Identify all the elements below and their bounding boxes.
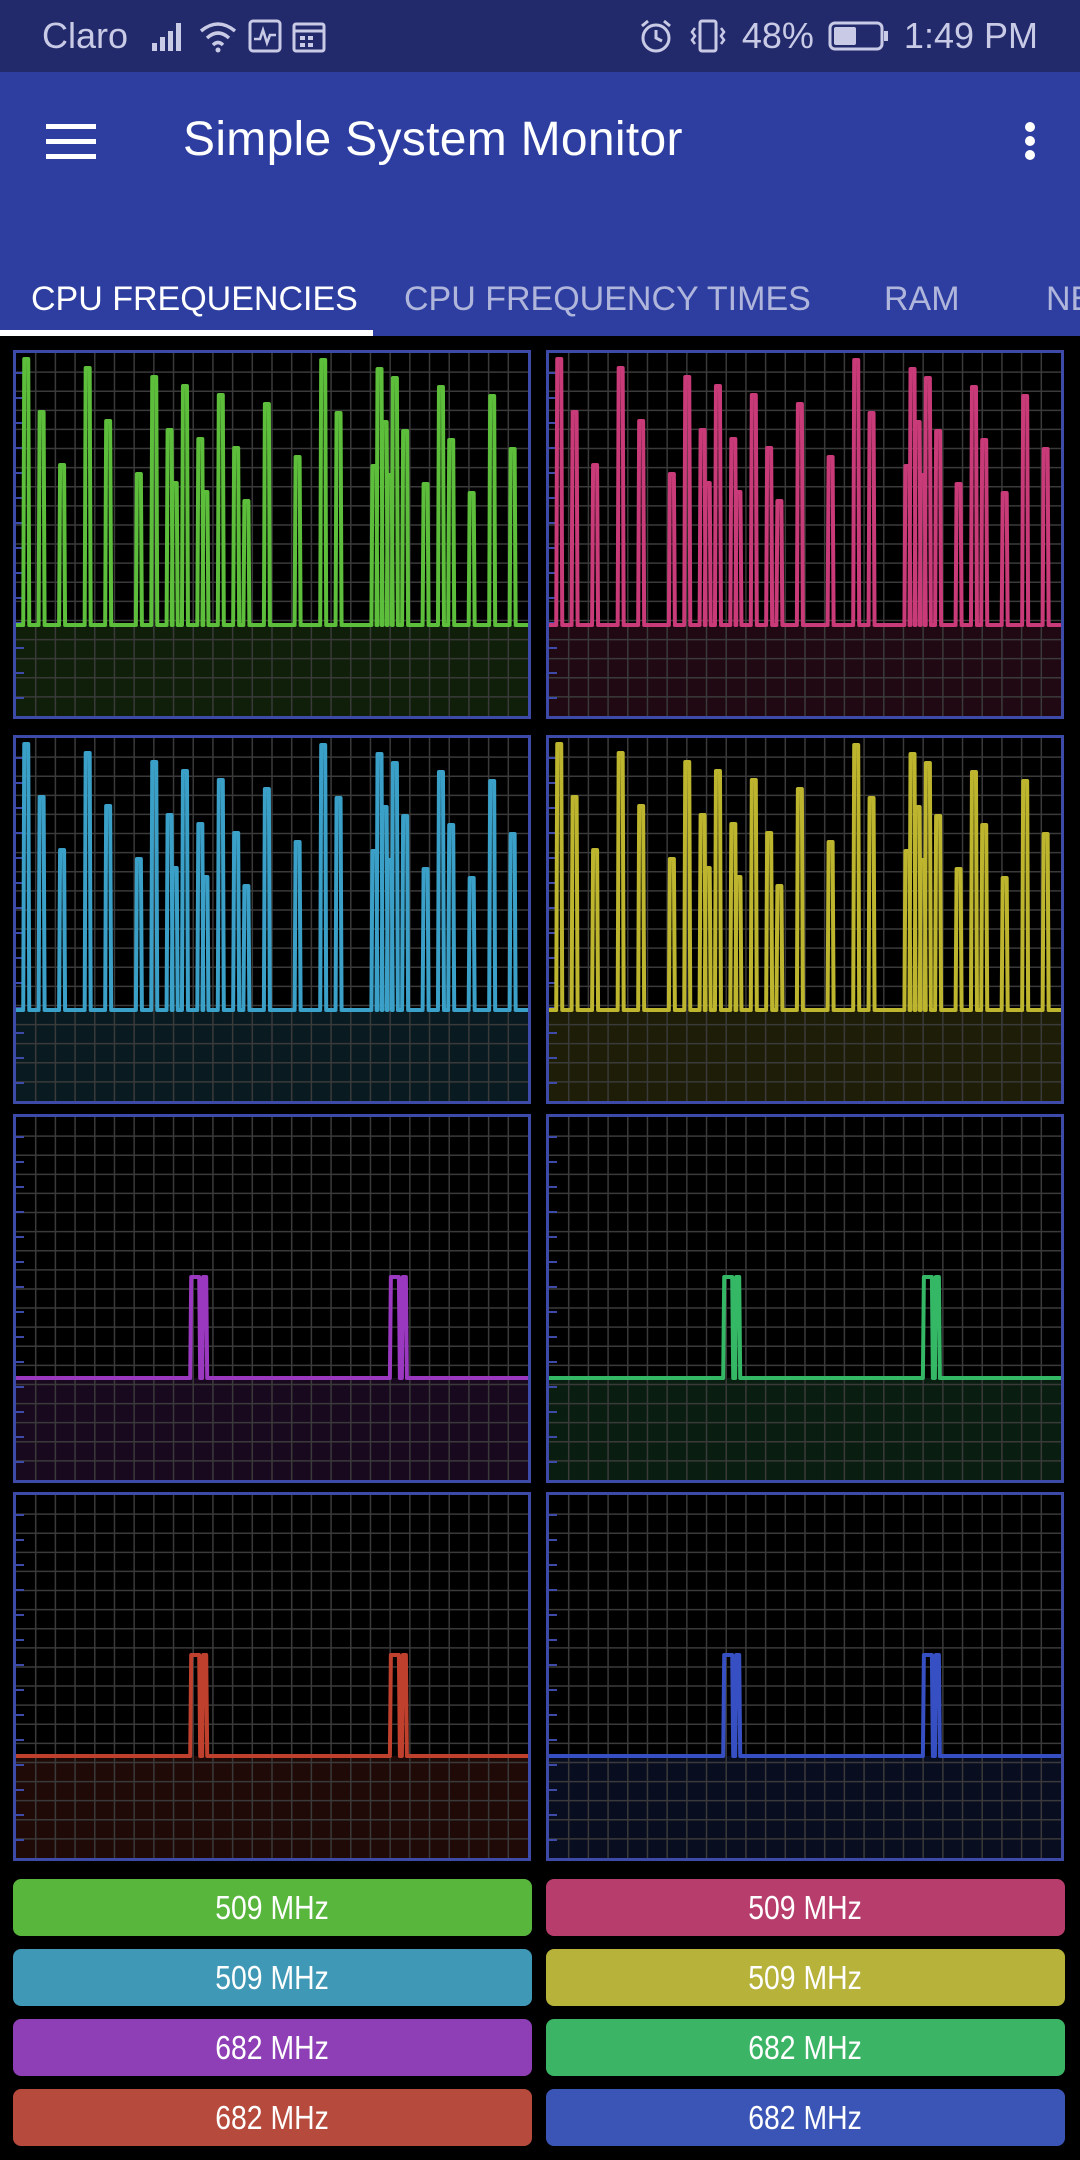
activity-icon	[248, 19, 282, 53]
cpu-core-chart	[549, 1117, 1061, 1480]
cpu-core-chart	[16, 353, 528, 716]
tab-network[interactable]: NE	[1046, 247, 1080, 336]
more-vert-icon[interactable]	[1018, 110, 1042, 172]
cpu-frequency-label: 509 MHz	[215, 1888, 330, 1926]
tab-ram[interactable]: RAM	[884, 247, 960, 336]
cpu-core-graph	[13, 350, 531, 719]
tab-cpu-frequencies[interactable]: CPU FREQUENCIES	[31, 247, 358, 336]
cpu-frequency-label: 509 MHz	[748, 1958, 863, 1996]
cpu-frequency-button[interactable]: 509 MHz	[13, 1949, 532, 2006]
cpu-frequency-button[interactable]: 509 MHz	[546, 1949, 1065, 2006]
cpu-core-chart	[549, 1495, 1061, 1858]
cpu-frequency-button[interactable]: 682 MHz	[546, 2019, 1065, 2076]
cpu-core-graph	[13, 1492, 531, 1861]
cpu-core-chart	[16, 1117, 528, 1480]
cpu-core-chart	[16, 1495, 528, 1858]
cpu-core-graph	[13, 735, 531, 1104]
active-tab-indicator	[0, 330, 373, 336]
cpu-frequency-button[interactable]: 682 MHz	[13, 2089, 532, 2146]
wifi-icon	[199, 22, 237, 53]
carrier-name: Claro	[42, 15, 129, 56]
status-icons-left	[150, 19, 326, 53]
cpu-core-graph	[546, 1114, 1064, 1483]
cpu-frequency-label: 682 MHz	[748, 2028, 863, 2066]
cpu-frequency-button[interactable]: 509 MHz	[13, 1879, 532, 1936]
cpu-core-chart	[16, 738, 528, 1101]
clock: 1:49 PM	[903, 15, 1038, 56]
cpu-frequency-label: 509 MHz	[748, 1888, 863, 1926]
cpu-frequency-label: 682 MHz	[748, 2098, 863, 2136]
cpu-core-graph	[13, 1114, 531, 1483]
cpu-frequency-label: 509 MHz	[215, 1958, 330, 1996]
cpu-frequency-button[interactable]: 682 MHz	[13, 2019, 532, 2076]
app-title: Simple System Monitor	[183, 113, 683, 166]
cpu-core-graph	[546, 350, 1064, 719]
tab-cpu-frequency-times[interactable]: CPU FREQUENCY TIMES	[404, 247, 811, 336]
app-bar: Simple System Monitor CPU FREQUENCIES CP…	[0, 72, 1080, 336]
hamburger-menu-icon[interactable]	[40, 110, 102, 172]
cpu-core-chart	[549, 353, 1061, 716]
vibrate-icon	[690, 19, 726, 53]
alarm-icon	[640, 19, 671, 53]
cpu-frequency-button[interactable]: 682 MHz	[546, 2089, 1065, 2146]
status-bar-right: 48% 1:49 PM	[638, 0, 1038, 72]
battery-percent: 48%	[741, 15, 814, 56]
cpu-frequency-button[interactable]: 509 MHz	[546, 1879, 1065, 1936]
cpu-core-graph	[546, 1492, 1064, 1861]
calendar-icon	[292, 22, 326, 53]
tab-bar: CPU FREQUENCIES CPU FREQUENCY TIMES RAM …	[0, 247, 1080, 336]
cpu-frequency-label: 682 MHz	[215, 2028, 330, 2066]
status-bar-left: Claro	[42, 0, 326, 72]
status-bar: Claro 48% 1:49 PM	[0, 0, 1080, 72]
cpu-core-chart	[549, 738, 1061, 1101]
signal-icon	[152, 23, 182, 51]
cpu-frequency-label: 682 MHz	[215, 2098, 330, 2136]
cpu-core-graph	[546, 735, 1064, 1104]
battery-icon	[828, 21, 888, 51]
